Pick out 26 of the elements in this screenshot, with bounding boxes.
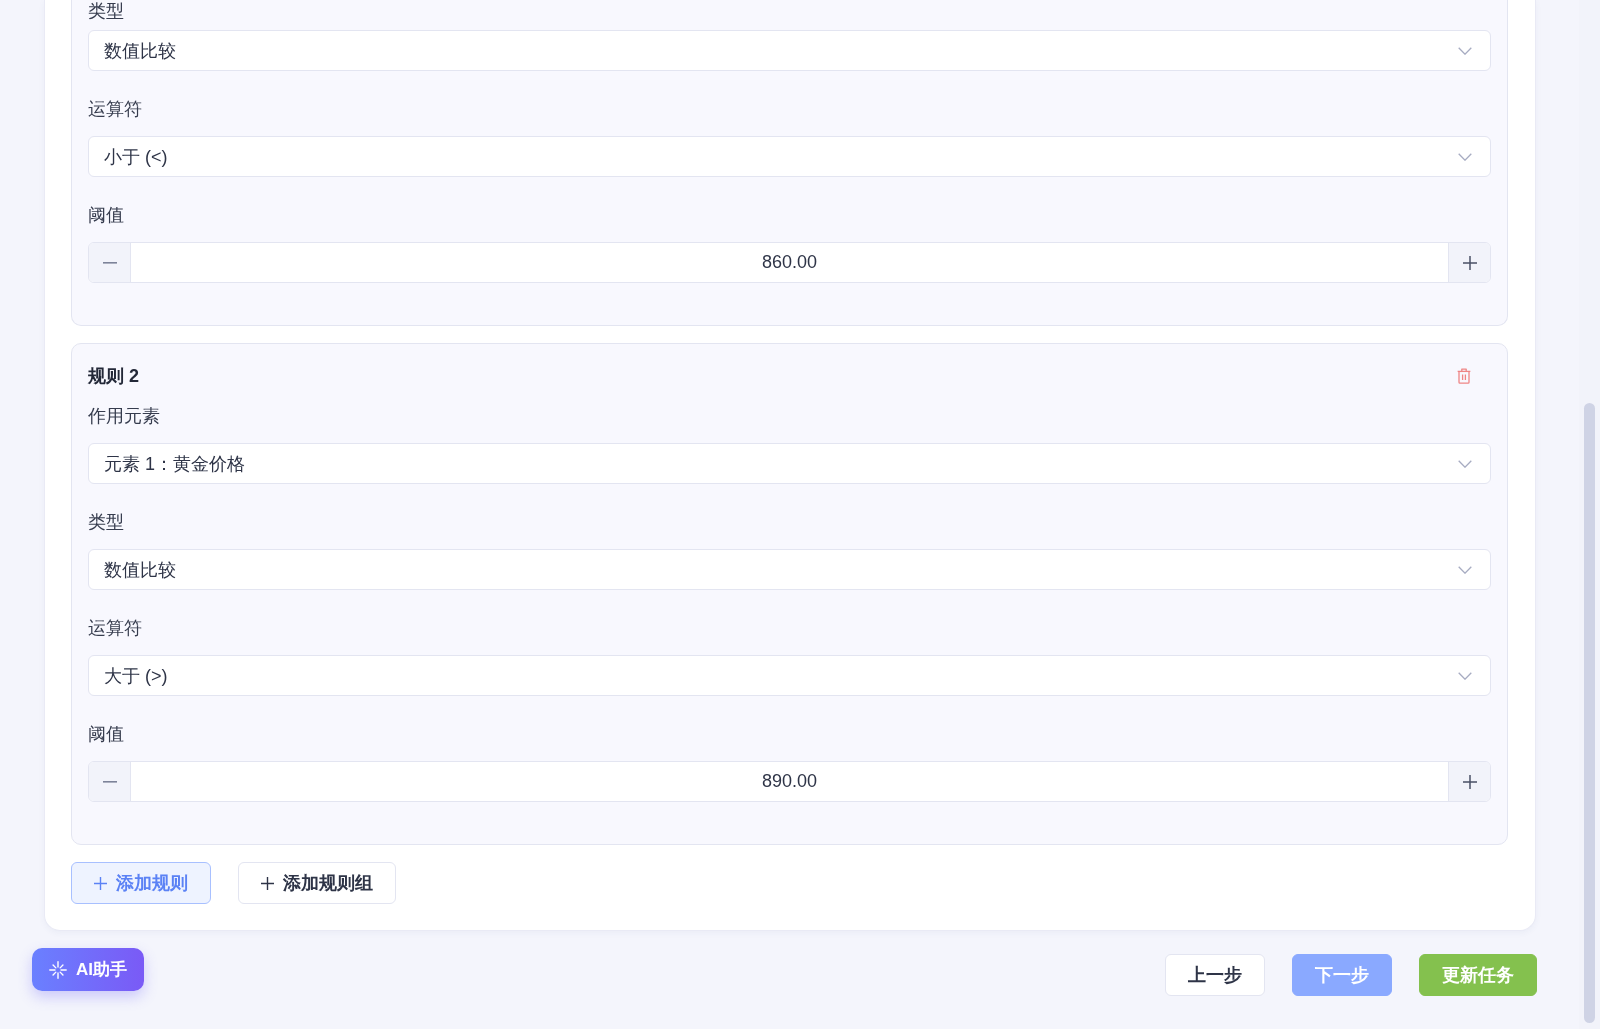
dropdown-field[interactable]: 数值比较 xyxy=(88,549,1491,590)
dropdown-field[interactable]: 数值比较 xyxy=(88,30,1491,71)
field-label: 阈值 xyxy=(88,204,124,226)
chevron-down-icon xyxy=(1458,565,1472,574)
trash-icon[interactable] xyxy=(1457,368,1471,384)
sparkle-icon xyxy=(49,960,67,979)
chevron-down-icon xyxy=(1458,459,1472,468)
field-label: 作用元素 xyxy=(88,405,160,427)
scrollbar-thumb[interactable] xyxy=(1584,403,1595,1023)
plus-icon xyxy=(261,876,274,890)
chevron-down-icon xyxy=(1458,671,1472,680)
rule-title: 规则 2 xyxy=(88,365,139,387)
add-rule-group-button[interactable]: 添加规则组 xyxy=(238,862,396,904)
dropdown-field[interactable]: 元素 1：黄金价格 xyxy=(88,443,1491,484)
field-label: 类型 xyxy=(88,511,124,533)
field-label: 类型 xyxy=(88,0,124,22)
field-label: 运算符 xyxy=(88,98,142,120)
field-label: 运算符 xyxy=(88,617,142,639)
dropdown-field[interactable]: 小于 (<) xyxy=(88,136,1491,177)
ai-assistant-button[interactable]: AI助手 xyxy=(32,948,144,991)
chevron-down-icon xyxy=(1458,152,1472,161)
chevron-down-icon xyxy=(1458,46,1472,55)
plus-icon xyxy=(94,876,107,890)
dropdown-field[interactable]: 大于 (>) xyxy=(88,655,1491,696)
field-label: 阈值 xyxy=(88,723,124,745)
previous-button[interactable]: 上一步 xyxy=(1165,954,1265,996)
